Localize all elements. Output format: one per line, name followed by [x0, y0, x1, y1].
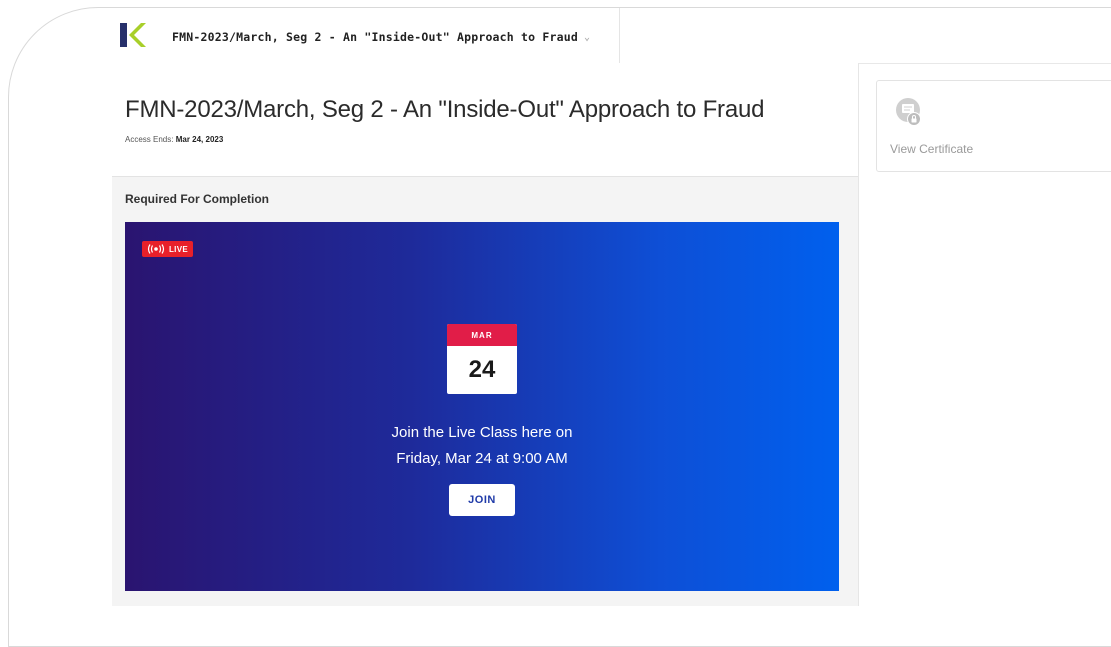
join-button[interactable]: JOIN	[449, 484, 515, 516]
top-bar: FMN-2023/March, Seg 2 - An "Inside-Out" …	[112, 8, 1111, 64]
certificate-lock-icon	[896, 98, 921, 126]
course-selector-label: FMN-2023/March, Seg 2 - An "Inside-Out" …	[172, 30, 579, 44]
live-class-message: Join the Live Class here on Friday, Mar …	[125, 420, 839, 472]
course-selector-dropdown[interactable]: FMN-2023/March, Seg 2 - An "Inside-Out" …	[172, 27, 590, 47]
live-badge: LIVE	[142, 241, 193, 257]
calendar-month: MAR	[447, 324, 517, 346]
view-certificate-link[interactable]: View Certificate	[890, 142, 973, 156]
access-ends-date: Mar 24, 2023	[175, 135, 224, 144]
course-header: FMN-2023/March, Seg 2 - An "Inside-Out" …	[112, 63, 858, 177]
section-label: Required For Completion	[125, 192, 269, 206]
certificate-card[interactable]: View Certificate	[876, 80, 1111, 172]
live-badge-label: LIVE	[169, 244, 188, 254]
k-logo-icon[interactable]	[120, 23, 146, 47]
calendar-day: 24	[468, 356, 496, 383]
main-content: FMN-2023/March, Seg 2 - An "Inside-Out" …	[112, 63, 859, 606]
live-class-line-1: Join the Live Class here on	[391, 424, 573, 441]
topbar-divider	[619, 8, 620, 63]
chevron-down-icon: ⌄	[584, 31, 591, 43]
live-class-panel: LIVE MAR 24 Join the Live Class here on …	[125, 222, 839, 591]
calendar-date-icon: MAR 24	[447, 324, 517, 394]
broadcast-icon	[147, 244, 165, 254]
access-ends-label: Access Ends:	[125, 135, 174, 144]
page-title: FMN-2023/March, Seg 2 - An "Inside-Out" …	[125, 96, 765, 123]
access-ends: Access Ends: Mar 24, 2023	[125, 135, 223, 144]
live-class-line-2: Friday, Mar 24 at 9:00 AM	[396, 450, 568, 467]
